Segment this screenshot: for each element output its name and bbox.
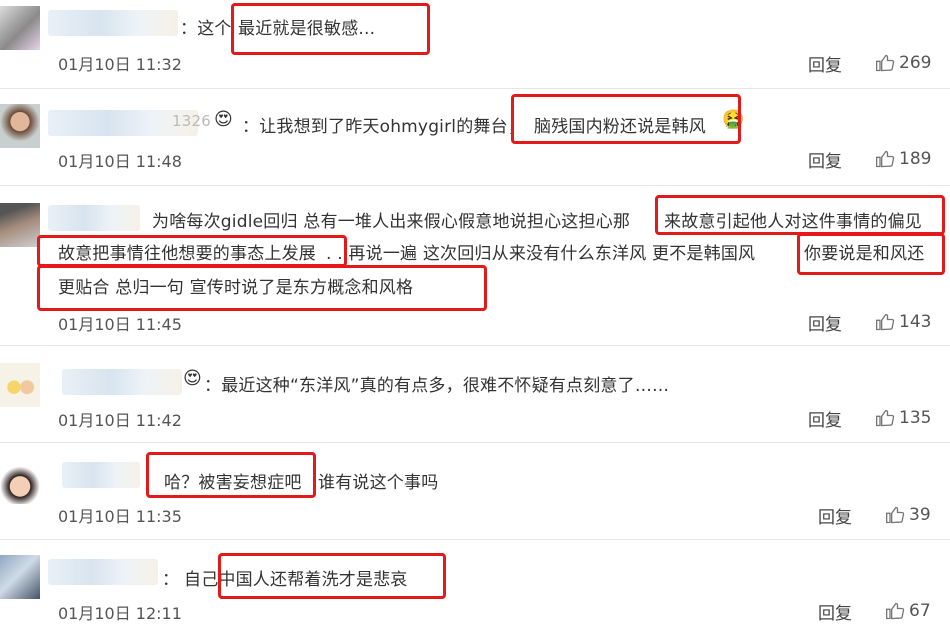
like-count: 39	[909, 505, 931, 525]
thumbs-up-icon	[886, 602, 905, 620]
reply-button[interactable]: 回复	[818, 503, 852, 528]
avatar[interactable]	[0, 104, 40, 148]
avatar[interactable]	[0, 363, 40, 407]
thumbs-up-icon	[886, 506, 905, 524]
comment-item: 😍 ：最近这种“东洋风”真的有点多，很难不怀疑有点刻意了…… 01月10日 11…	[0, 345, 950, 443]
thumbs-up-icon	[876, 150, 895, 168]
heart-eyes-emoji: 😍	[214, 109, 233, 130]
avatar[interactable]	[0, 555, 40, 599]
thumbs-up-icon	[876, 54, 895, 72]
reply-button[interactable]: 回复	[808, 310, 842, 335]
heart-eyes-emoji: 😍	[183, 368, 202, 389]
like-count: 189	[899, 149, 932, 169]
red-highlight-box	[511, 94, 741, 144]
timestamp: 01月10日 11:35	[58, 507, 182, 526]
thumbs-up-icon	[876, 409, 895, 427]
comment-text-prefix: ：让我想到了昨天ohmygirl的舞台，	[242, 117, 526, 137]
red-highlight-box	[146, 452, 316, 498]
like-button[interactable]: 39	[885, 505, 931, 525]
red-highlight-box	[37, 235, 347, 267]
avatar[interactable]	[0, 203, 40, 247]
comment-item: 1326 😍 ：让我想到了昨天ohmygirl的舞台， 脑残国内粉还说是韩风 🤮…	[0, 88, 950, 186]
red-highlight-box	[218, 553, 446, 599]
like-count: 135	[899, 408, 932, 428]
like-count: 67	[909, 601, 931, 621]
reply-button[interactable]: 回复	[818, 599, 852, 624]
timestamp: 01月10日 11:45	[58, 315, 182, 334]
username-blurred[interactable]	[48, 559, 158, 585]
comment-item: ：这个 最近就是很敏感... 01月10日 11:32 回复 269	[0, 0, 950, 89]
red-highlight-box	[231, 3, 430, 55]
timestamp: 01月10日 11:48	[58, 152, 182, 171]
comment-item: 为啥每次gidle回归 总有一堆人出来假心假意地说担心这担心那 来故意引起他人对…	[0, 185, 950, 346]
avatar[interactable]	[0, 6, 40, 50]
username-blurred[interactable]	[48, 205, 140, 231]
red-highlight-box	[797, 233, 945, 275]
like-button[interactable]: 189	[875, 149, 931, 169]
reply-button[interactable]: 回复	[808, 406, 842, 431]
username-blurred[interactable]	[62, 462, 140, 488]
thumbs-up-icon	[876, 313, 895, 331]
like-button[interactable]: 67	[885, 601, 931, 621]
comment-text: ：最近这种“东洋风”真的有点多，很难不怀疑有点刻意了……	[204, 376, 670, 396]
comment-line1: 为啥每次gidle回归 总有一堆人出来假心假意地说担心这担心那	[152, 212, 631, 232]
timestamp: 01月10日 12:11	[58, 604, 182, 623]
avatar[interactable]	[0, 460, 40, 504]
username-blurred[interactable]	[62, 369, 182, 395]
like-button[interactable]: 269	[875, 53, 931, 73]
reply-button[interactable]: 回复	[808, 51, 842, 76]
like-button[interactable]: 143	[875, 312, 931, 332]
like-count: 143	[899, 312, 932, 332]
red-highlight-box	[37, 265, 487, 311]
username-tail[interactable]: 1326	[172, 112, 211, 130]
comment-line2: . . 再说一遍 这次回归从来没有什么东洋风 更不是韩国风	[326, 244, 756, 264]
like-button[interactable]: 135	[875, 408, 931, 428]
comment-text-suffix: 谁有说这个事吗	[318, 473, 439, 493]
timestamp: 01月10日 11:32	[58, 55, 182, 74]
comment-item: 哈？被害妄想症吧 谁有说这个事吗 01月10日 11:35 回复 39	[0, 442, 950, 540]
reply-button[interactable]: 回复	[808, 147, 842, 172]
timestamp: 01月10日 11:42	[58, 411, 182, 430]
comment-text-prefix: ：	[162, 570, 180, 590]
comment-text-prefix: ：这个	[180, 19, 232, 39]
comment-item: ： 自己中国人还帮着洗才是悲哀 01月10日 12:11 回复 67	[0, 539, 950, 631]
like-count: 269	[899, 53, 932, 73]
username-blurred[interactable]	[48, 10, 178, 36]
red-highlight-box	[655, 195, 945, 235]
